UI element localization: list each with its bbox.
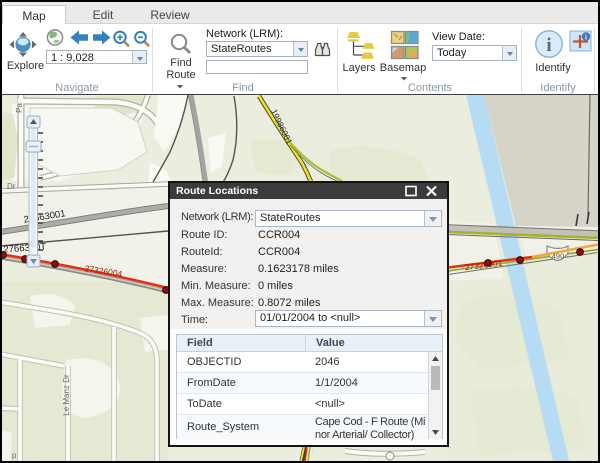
svg-text:i: i: [585, 35, 587, 42]
svg-text:Le Manz Dr: Le Manz Dr: [62, 374, 71, 416]
svg-text:p: p: [12, 451, 17, 460]
svg-text:Pa: Pa: [15, 103, 24, 113]
svg-text:i: i: [546, 35, 551, 56]
svg-text:490: 490: [552, 252, 565, 261]
svg-text:Dr: Dr: [7, 182, 16, 191]
